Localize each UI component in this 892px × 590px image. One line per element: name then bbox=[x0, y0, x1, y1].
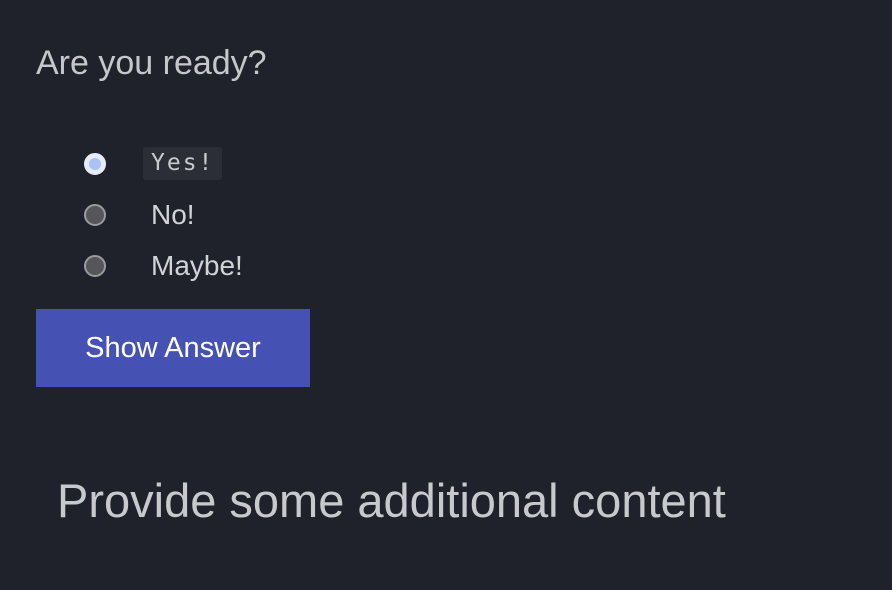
additional-content: Provide some additional content bbox=[57, 474, 726, 527]
radio-yes[interactable] bbox=[84, 152, 106, 175]
radio-no[interactable] bbox=[84, 203, 106, 226]
option-yes[interactable]: Yes! bbox=[84, 138, 484, 189]
option-label-yes: Yes! bbox=[143, 147, 223, 180]
option-label-no: No! bbox=[151, 198, 195, 230]
option-label-maybe: Maybe! bbox=[151, 249, 243, 281]
option-maybe[interactable]: Maybe! bbox=[84, 240, 484, 291]
option-no[interactable]: No! bbox=[84, 189, 484, 240]
question-title: Are you ready? bbox=[36, 44, 267, 82]
show-answer-button[interactable]: Show Answer bbox=[36, 309, 310, 387]
answer-options: Yes! No! Maybe! bbox=[84, 138, 484, 291]
radio-maybe[interactable] bbox=[84, 254, 106, 277]
